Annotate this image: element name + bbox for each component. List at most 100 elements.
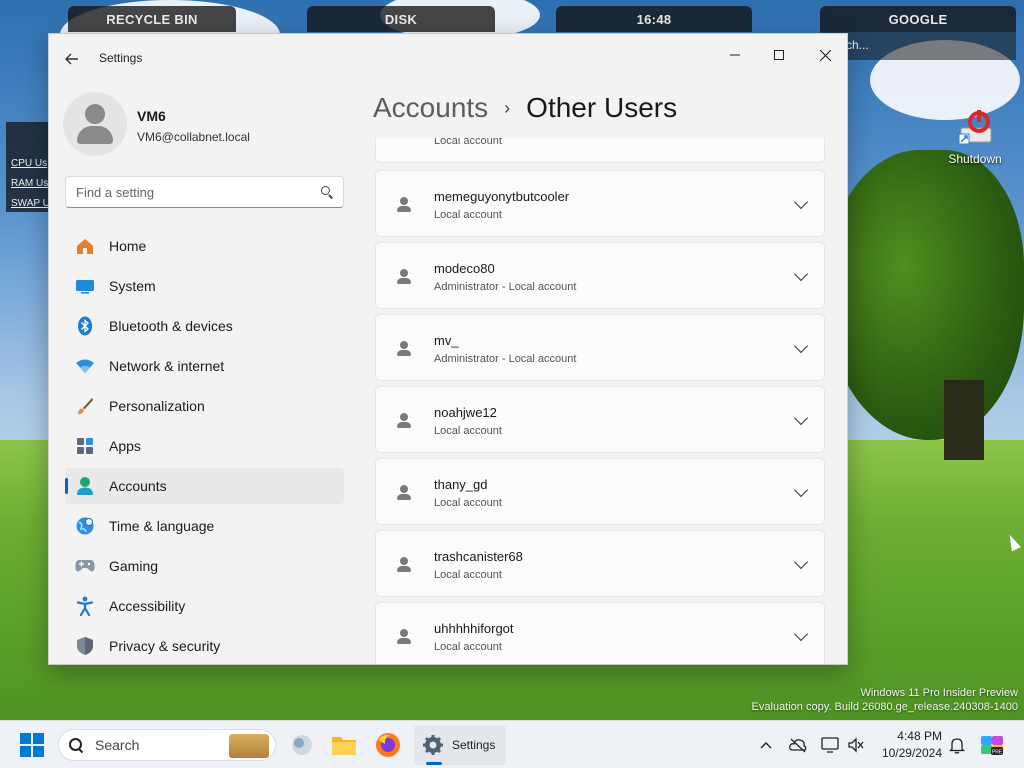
brush-icon — [75, 396, 95, 416]
recycle-bin-widget[interactable]: RECYCLE BIN — [68, 6, 236, 32]
list-item[interactable]: thany_gd Local account — [375, 458, 825, 525]
arrow-left-icon — [65, 53, 78, 65]
nav-item-network[interactable]: Network & internet — [65, 348, 344, 384]
user-name: thany_gd — [434, 477, 488, 492]
search-highlight-image — [229, 734, 269, 758]
nav-item-label: Home — [109, 238, 147, 254]
chevron-right-icon: › — [504, 97, 511, 118]
accessibility-icon — [75, 596, 95, 616]
nav-item-label: Gaming — [109, 558, 159, 574]
user-name: mv_ — [434, 333, 459, 348]
tray-volume[interactable] — [845, 733, 867, 757]
list-item[interactable]: mv_ Administrator - Local account — [375, 314, 825, 381]
nav-item-accounts[interactable]: Accounts — [65, 468, 344, 504]
chevron-down-icon[interactable] — [793, 626, 809, 642]
other-users-list[interactable]: Local account memeguyonytbutcooler Local… — [375, 138, 825, 664]
user-account-type: Local account — [434, 425, 502, 437]
user-name: modeco80 — [434, 261, 495, 276]
list-item[interactable]: uhhhhhiforgot Local account — [375, 602, 825, 664]
minimize-icon — [730, 54, 740, 56]
start-button[interactable] — [20, 733, 44, 757]
cloud-offline-icon — [789, 738, 807, 753]
accounts-icon — [75, 476, 95, 496]
user-account-type: Local account — [434, 209, 502, 221]
title-bar[interactable]: Settings — [49, 34, 847, 82]
maximize-button[interactable] — [759, 40, 799, 70]
find-setting-input[interactable] — [76, 184, 296, 200]
user-account-type: Local account — [434, 497, 502, 509]
list-item[interactable]: Local account — [375, 138, 825, 163]
settings-window: Settings VM6 VM6@collabnet.local Home — [48, 33, 848, 665]
search-icon[interactable] — [321, 186, 333, 198]
user-icon — [397, 557, 411, 573]
swap-usage-label: SWAP U — [11, 198, 50, 209]
user-icon — [397, 197, 411, 213]
list-item[interactable]: modeco80 Administrator - Local account — [375, 242, 825, 309]
taskbar-app-widgets[interactable] — [286, 729, 318, 761]
profile-name: VM6 — [137, 108, 166, 124]
clock-time: 4:48 PM — [897, 729, 942, 743]
settings-gear-icon — [423, 735, 443, 755]
back-button[interactable] — [61, 48, 83, 70]
list-item[interactable]: memeguyonytbutcooler Local account — [375, 170, 825, 237]
search-icon — [69, 738, 83, 752]
copilot-button[interactable]: PRE — [978, 733, 1006, 757]
nav-item-label: Time & language — [109, 518, 215, 534]
watermark-line-1: Windows 11 Pro Insider Preview — [860, 687, 1018, 699]
gamepad-icon — [75, 556, 95, 576]
user-icon — [397, 138, 411, 139]
chevron-down-icon[interactable] — [793, 482, 809, 498]
user-name: trashcanister68 — [434, 549, 523, 564]
minimize-button[interactable] — [715, 40, 755, 70]
cpu-usage-label: CPU Us — [11, 158, 48, 169]
main-content: Accounts › Other Users Local account mem… — [359, 82, 847, 664]
chevron-down-icon[interactable] — [793, 410, 809, 426]
nav-item-accessibility[interactable]: Accessibility — [65, 588, 344, 624]
nav-item-apps[interactable]: Apps — [65, 428, 344, 464]
chevron-down-icon[interactable] — [793, 554, 809, 570]
list-item[interactable]: trashcanister68 Local account — [375, 530, 825, 597]
tray-display[interactable] — [818, 733, 842, 757]
user-profile[interactable]: VM6 VM6@collabnet.local — [63, 92, 353, 156]
user-account-type: Local account — [434, 138, 502, 147]
profile-email: VM6@collabnet.local — [137, 130, 250, 144]
bluetooth-icon — [75, 316, 95, 336]
show-hidden-icons-button[interactable] — [756, 733, 776, 757]
taskbar-clock[interactable]: 4:48 PM 10/29/2024 — [876, 728, 942, 762]
google-search-field[interactable]: ch... — [820, 32, 1016, 60]
speaker-muted-icon — [848, 737, 864, 753]
shutdown-shortcut[interactable]: Shutdown — [944, 108, 1006, 166]
taskbar-app-firefox[interactable] — [372, 729, 404, 761]
list-item[interactable]: noahjwe12 Local account — [375, 386, 825, 453]
nav-item-gaming[interactable]: Gaming — [65, 548, 344, 584]
nav-item-privacy-security[interactable]: Privacy & security — [65, 628, 344, 664]
google-widget[interactable]: GOOGLE — [820, 6, 1016, 32]
nav-item-system[interactable]: System — [65, 268, 344, 304]
nav-item-personalization[interactable]: Personalization — [65, 388, 344, 424]
nav-item-bluetooth[interactable]: Bluetooth & devices — [65, 308, 344, 344]
taskbar-app-settings[interactable]: Settings — [414, 725, 506, 765]
chevron-down-icon[interactable] — [793, 266, 809, 282]
find-setting-box[interactable] — [65, 176, 344, 208]
user-icon — [397, 341, 411, 357]
disk-widget[interactable]: DISK — [307, 6, 495, 32]
tray-network[interactable] — [786, 733, 810, 757]
nav-item-time-language[interactable]: Time & language — [65, 508, 344, 544]
chevron-up-icon — [760, 742, 772, 749]
taskbar-search[interactable]: Search — [58, 729, 276, 761]
close-button[interactable] — [805, 40, 845, 70]
notifications-button[interactable] — [946, 733, 968, 757]
windows-logo-icon — [20, 733, 31, 744]
user-icon — [397, 269, 411, 285]
breadcrumb: Accounts › Other Users — [373, 92, 677, 124]
breadcrumb-parent-link[interactable]: Accounts — [373, 92, 488, 124]
wifi-icon — [75, 356, 95, 376]
chevron-down-icon[interactable] — [793, 338, 809, 354]
user-account-type: Administrator - Local account — [434, 281, 577, 293]
system-icon — [75, 276, 95, 296]
nav-item-home[interactable]: Home — [65, 228, 344, 264]
chevron-down-icon[interactable] — [793, 194, 809, 210]
taskbar-app-file-explorer[interactable] — [328, 729, 360, 761]
taskbar: Search Settings 4:48 PM 10/29/2024 PRE — [0, 720, 1024, 768]
close-icon — [819, 49, 831, 61]
